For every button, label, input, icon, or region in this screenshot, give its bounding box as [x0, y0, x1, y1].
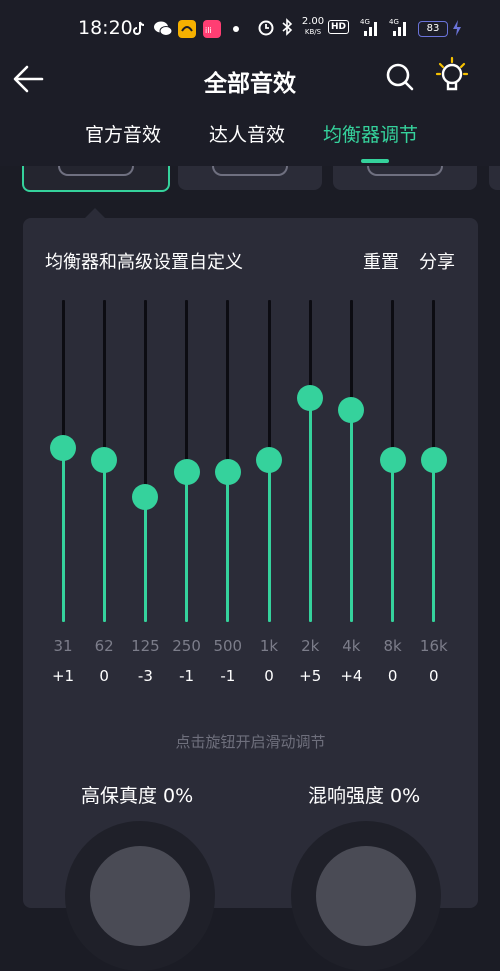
eq-freq-label: 4k	[342, 637, 361, 655]
charging-icon	[452, 19, 462, 41]
eq-fill-1k	[267, 460, 271, 622]
eq-gain-label: 0	[387, 667, 398, 685]
eq-knob-8k[interactable]	[379, 447, 406, 473]
eq-fill-500	[226, 472, 230, 622]
search-icon	[386, 63, 414, 91]
app-icon-yellow	[178, 20, 196, 38]
eq-freq-label: 8k	[383, 637, 402, 655]
eq-fill-2k	[308, 398, 312, 622]
eq-knob-500[interactable]	[214, 459, 241, 486]
signal-1-tag: 4G	[360, 18, 370, 26]
app-icon-pink: ili	[203, 20, 221, 38]
preset-card-custom[interactable]	[22, 166, 170, 192]
signal-2-icon: 4G	[389, 18, 409, 36]
eq-knob-62[interactable]	[91, 447, 118, 473]
eq-fill-125	[143, 497, 147, 622]
reverb-label: 混响强度 0%	[308, 785, 421, 807]
eq-gain-label: 0	[99, 667, 109, 685]
net-speed: 2.00 KB/S	[299, 17, 327, 37]
eq-freq-label: 1k	[259, 637, 279, 655]
eq-freq-label: 31	[53, 637, 73, 655]
eq-fill-250	[185, 472, 189, 622]
hint-text: 点击旋钮开启滑动调节	[175, 733, 326, 751]
reverb-knob[interactable]	[291, 821, 441, 971]
preset-card-shape	[58, 166, 134, 176]
eq-freq-label: 125	[131, 637, 160, 655]
eq-gain-label: +5	[299, 667, 322, 685]
eq-freq-label: 2k	[301, 637, 320, 655]
eq-freq-label: 16k	[419, 637, 448, 655]
lightbulb-icon	[435, 56, 469, 91]
eq-fill-4k	[349, 410, 353, 622]
preset-card-shape	[367, 166, 443, 176]
eq-knob-125[interactable]	[132, 484, 159, 511]
svg-text:ili: ili	[205, 26, 212, 35]
eq-knob-250[interactable]	[173, 459, 200, 486]
hd-badge: HD	[328, 20, 350, 34]
eq-gain-label: 0	[264, 667, 274, 685]
eq-gain-label: -3	[137, 667, 153, 685]
signal-1-icon: 4G	[360, 18, 380, 36]
wechat-icon	[153, 20, 173, 38]
net-speed-value: 2.00	[301, 16, 325, 27]
eq-fill-62	[102, 460, 106, 622]
bluetooth-icon	[280, 18, 294, 40]
eq-fill-8k	[391, 460, 395, 622]
eq-freq-label: 500	[213, 637, 243, 655]
battery-indicator: 83	[418, 21, 448, 37]
eq-knob-31[interactable]	[50, 434, 76, 461]
eq-fill-16k	[432, 460, 436, 622]
top-bar: 全部音效	[0, 56, 500, 104]
eq-freq-label: 250	[172, 637, 201, 655]
tiktok-icon	[130, 20, 148, 38]
preset-card-shape	[212, 166, 288, 176]
tab-official-effects[interactable]: 官方音效	[85, 120, 161, 147]
eq-knob-16k[interactable]	[420, 447, 447, 473]
eq-gain-label: +4	[340, 667, 363, 685]
eq-fill-31	[61, 447, 65, 622]
equalizer-sliders: 31 +1 62 0 125 -3 250 -1 500 -1 1k 0 2k +5 4k +4 8k 0 16k 0	[23, 218, 478, 718]
alarm-icon	[257, 18, 275, 40]
fidelity-knob-center	[90, 846, 190, 946]
page-title: 全部音效	[204, 71, 296, 97]
fidelity-knob[interactable]	[65, 821, 215, 971]
tab-active-indicator	[361, 159, 389, 163]
preset-card[interactable]	[178, 166, 322, 190]
eq-gain-label: 0	[429, 667, 439, 685]
eq-freq-label: 62	[94, 637, 114, 655]
fidelity-label: 高保真度 0%	[81, 785, 194, 807]
status-bar: 18:20 ili 2.00 KB/S HD 4G 4G 83	[0, 0, 500, 56]
status-time: 18:20	[78, 17, 133, 39]
notification-dot	[233, 26, 239, 32]
preset-card[interactable]	[333, 166, 477, 190]
eq-gain-label: +1	[51, 667, 75, 685]
tab-creator-effects[interactable]: 达人音效	[209, 120, 285, 147]
reverb-knob-center	[316, 846, 416, 946]
search-button[interactable]	[385, 62, 415, 92]
eq-gain-label: -1	[220, 667, 236, 685]
eq-gain-label: -1	[179, 667, 195, 685]
tips-button[interactable]	[435, 56, 469, 96]
tab-bar: 官方音效 达人音效 均衡器调节	[0, 104, 500, 166]
eq-knob-1k[interactable]	[256, 447, 282, 473]
preset-card[interactable]	[489, 166, 500, 190]
panel-pointer	[85, 208, 105, 218]
equalizer-panel: 均衡器和高级设置自定义 重置 分享 31 +1 62 0 125 -3 250 -1 500 -1…	[23, 218, 478, 971]
eq-knob-2k[interactable]	[297, 385, 324, 411]
net-speed-unit: KB/S	[304, 28, 322, 36]
signal-2-tag: 4G	[389, 18, 399, 26]
eq-knob-4k[interactable]	[338, 397, 365, 424]
tab-equalizer[interactable]: 均衡器调节	[323, 120, 418, 147]
